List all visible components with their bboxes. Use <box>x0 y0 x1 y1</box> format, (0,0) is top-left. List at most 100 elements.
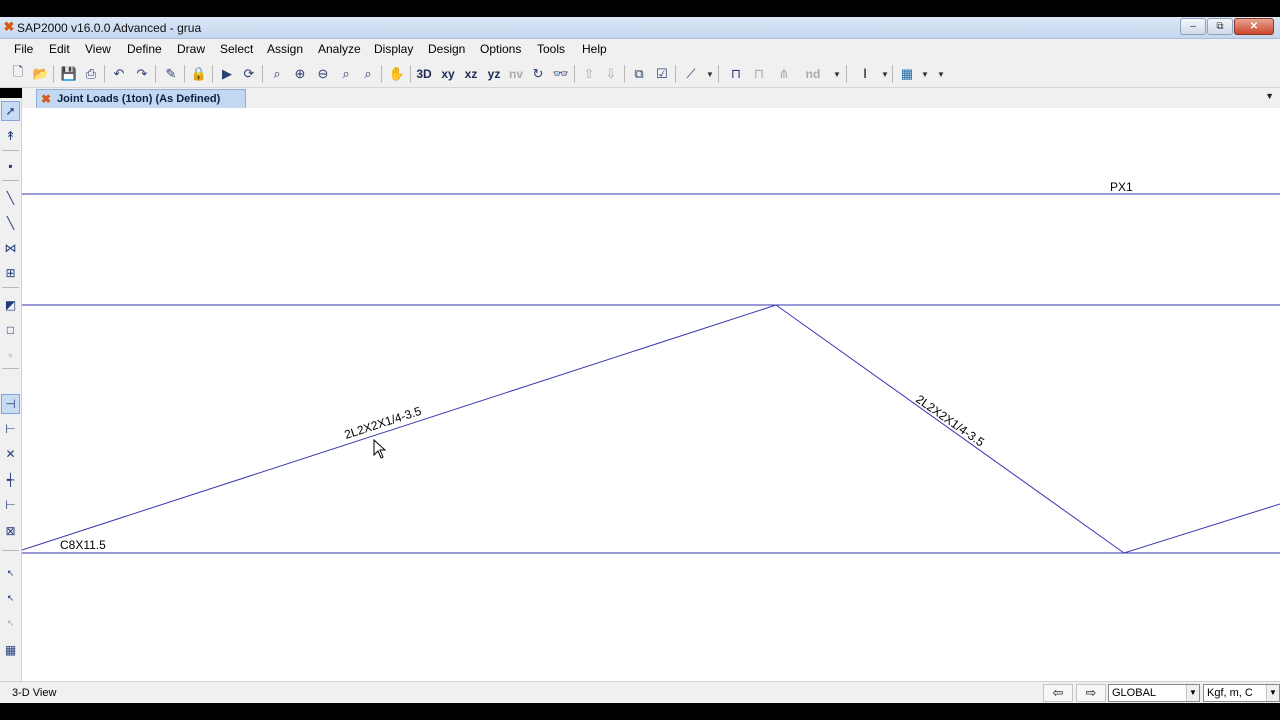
quick-draw-frame-icon[interactable]: ╲ <box>1 213 20 233</box>
snap-intersections-icon[interactable]: ✕ <box>1 444 20 464</box>
view-xy-button[interactable]: xy <box>439 63 457 85</box>
chevron-down-icon[interactable]: ▼ <box>1186 685 1199 701</box>
toolbar-separator <box>718 65 719 83</box>
new-model-icon[interactable]: 🗋 <box>9 63 27 85</box>
move-up-icon[interactable]: ⇧ <box>580 63 598 85</box>
menu-file[interactable]: File <box>14 42 33 56</box>
menu-options[interactable]: Options <box>480 42 521 56</box>
units-select[interactable]: Kgf, m, C ▼ <box>1203 684 1280 702</box>
show-undeformed-icon[interactable]: ⊓ <box>750 63 768 85</box>
intersecting-line-select-icon[interactable]: ▦ <box>1 640 20 660</box>
display-table-icon[interactable]: ▦ <box>898 63 916 85</box>
menu-bar: File Edit View Define Draw Select Assign… <box>0 39 1280 60</box>
menu-assign[interactable]: Assign <box>267 42 303 56</box>
chevron-down-icon[interactable]: ▼ <box>937 70 945 79</box>
rotate-view-icon[interactable]: ↻ <box>529 63 547 85</box>
select-previous-icon[interactable]: ↖ <box>1 588 20 608</box>
menu-define[interactable]: Define <box>127 42 162 56</box>
menu-edit[interactable]: Edit <box>49 42 70 56</box>
menu-tools[interactable]: Tools <box>537 42 565 56</box>
restore-button[interactable]: ⧉ <box>1207 18 1233 35</box>
window-tab-strip: ✖ Joint Loads (1ton) (As Defined) ▼ <box>22 88 1280 108</box>
tab-joint-loads[interactable]: ✖ Joint Loads (1ton) (As Defined) <box>36 89 246 108</box>
snap-ends-icon[interactable]: ⊢ <box>1 419 20 439</box>
pan-hand-icon[interactable]: ✋ <box>388 63 406 85</box>
snap-fine-grid-icon[interactable]: ⊠ <box>1 521 20 541</box>
chevron-down-icon[interactable]: ▼ <box>833 70 841 79</box>
save-icon[interactable]: 💾 <box>60 63 78 85</box>
status-view-name: 3-D View <box>12 687 57 699</box>
run-analysis-icon[interactable]: ▶ <box>218 63 236 85</box>
draw-rect-area-icon[interactable]: □ <box>1 320 20 340</box>
toolbar-separator <box>262 65 263 83</box>
redo-icon[interactable]: ↷ <box>133 63 151 85</box>
zoom-previous-icon[interactable]: ⌕ <box>359 63 377 85</box>
chevron-down-icon[interactable] <box>2 368 19 369</box>
menu-view[interactable]: View <box>85 42 111 56</box>
nd-button[interactable]: nd <box>804 63 822 85</box>
pointer-icon[interactable]: ➚ <box>1 101 20 121</box>
snap-perpendicular-icon[interactable]: ┽ <box>1 470 20 490</box>
menu-design[interactable]: Design <box>428 42 465 56</box>
chevron-down-icon[interactable]: ▼ <box>921 70 929 79</box>
reshape-icon[interactable]: ↟ <box>1 126 20 146</box>
view-nv-button[interactable]: nv <box>507 63 525 85</box>
clear-selection-icon[interactable]: ↖ <box>1 613 20 633</box>
quick-draw-secondary-icon[interactable]: ⊞ <box>1 263 20 283</box>
zoom-in-icon[interactable]: ⊕ <box>291 63 309 85</box>
undo-icon[interactable]: ↶ <box>110 63 128 85</box>
draw-joint-icon[interactable]: ▪ <box>1 156 20 176</box>
status-bar: 3-D View ⇦ ⇨ GLOBAL ▼ Kgf, m, C ▼ <box>0 681 1280 703</box>
snap-lines-icon[interactable]: ⊢ <box>1 495 20 515</box>
menu-display[interactable]: Display <box>374 42 413 56</box>
title-bar: ✖ SAP2000 v16.0.0 Advanced - grua – ⧉ ✕ <box>0 17 1280 39</box>
coordinate-system-select[interactable]: GLOBAL ▼ <box>1108 684 1200 702</box>
quick-draw-braces-icon[interactable]: ⋈ <box>1 238 20 258</box>
assign-line-icon[interactable]: ⟋ <box>682 63 700 85</box>
main-toolbar: 🗋 📂 💾 ⎙ ↶ ↷ ✎ 🔒 ▶ ⟳ ⌕ ⊕ ⊖ ⌕ ⌕ ✋ 3D xy xz… <box>0 60 1280 88</box>
zoom-full-icon[interactable]: ⌕ <box>337 63 355 85</box>
show-deformed-icon[interactable]: ⋔ <box>775 63 793 85</box>
minimize-button[interactable]: – <box>1180 18 1206 35</box>
toolbar-separator <box>53 65 54 83</box>
chevron-down-icon[interactable]: ▼ <box>1266 685 1279 701</box>
frame-section-i-icon[interactable]: Ⅰ <box>856 63 874 85</box>
close-button[interactable]: ✕ <box>1234 18 1274 35</box>
view-xz-button[interactable]: xz <box>462 63 480 85</box>
snap-points-icon[interactable]: ⊣ <box>1 394 20 414</box>
perspective-glasses-icon[interactable]: 👓 <box>552 63 570 85</box>
view-yz-button[interactable]: yz <box>485 63 503 85</box>
set-display-options-icon[interactable]: ☑ <box>653 63 671 85</box>
arrow-right-icon[interactable]: ⇨ <box>1076 684 1106 702</box>
view-3d-button[interactable]: 3D <box>415 63 433 85</box>
rotate-3d-icon[interactable]: ⟳ <box>240 63 258 85</box>
menu-analyze[interactable]: Analyze <box>318 42 361 56</box>
lock-icon[interactable]: 🔒 <box>190 63 208 85</box>
menu-select[interactable]: Select <box>220 42 253 56</box>
draw-poly-area-icon[interactable]: ◩ <box>1 295 20 315</box>
sap2000-logo-icon: ✖ <box>41 92 52 106</box>
chevron-down-icon[interactable]: ▼ <box>1265 91 1274 101</box>
frame-section-icon[interactable]: ⊓ <box>727 63 745 85</box>
print-icon[interactable]: ⎙ <box>82 63 100 85</box>
zoom-window-icon[interactable]: ⌕ <box>268 63 286 85</box>
refresh-pencil-icon[interactable]: ✎ <box>162 63 180 85</box>
draw-frame-icon[interactable]: ╲ <box>1 188 20 208</box>
quick-draw-area-icon[interactable]: ▫ <box>1 345 20 365</box>
toolbar-separator <box>212 65 213 83</box>
model-canvas[interactable]: PX1 2L2X2X1/4-3.5 2L2X2X1/4-3.5 C8X11.5 <box>22 108 1280 681</box>
open-folder-icon[interactable]: 📂 <box>32 63 50 85</box>
model-view[interactable]: PX1 2L2X2X1/4-3.5 2L2X2X1/4-3.5 C8X11.5 <box>22 108 1280 681</box>
truss-diagonals[interactable] <box>22 304 1280 554</box>
arrow-left-icon[interactable]: ⇦ <box>1043 684 1073 702</box>
label-diagonal-right: 2L2X2X1/4-3.5 <box>913 392 987 450</box>
move-down-icon[interactable]: ⇩ <box>602 63 620 85</box>
menu-draw[interactable]: Draw <box>177 42 205 56</box>
select-all-icon[interactable]: ↖ <box>1 563 20 583</box>
chevron-down-icon[interactable]: ▼ <box>881 70 889 79</box>
window-controls: – ⧉ ✕ <box>1180 18 1274 35</box>
object-shrink-icon[interactable]: ⧉ <box>630 63 648 85</box>
menu-help[interactable]: Help <box>582 42 607 56</box>
zoom-out-icon[interactable]: ⊖ <box>314 63 332 85</box>
chevron-down-icon[interactable]: ▼ <box>706 70 714 79</box>
